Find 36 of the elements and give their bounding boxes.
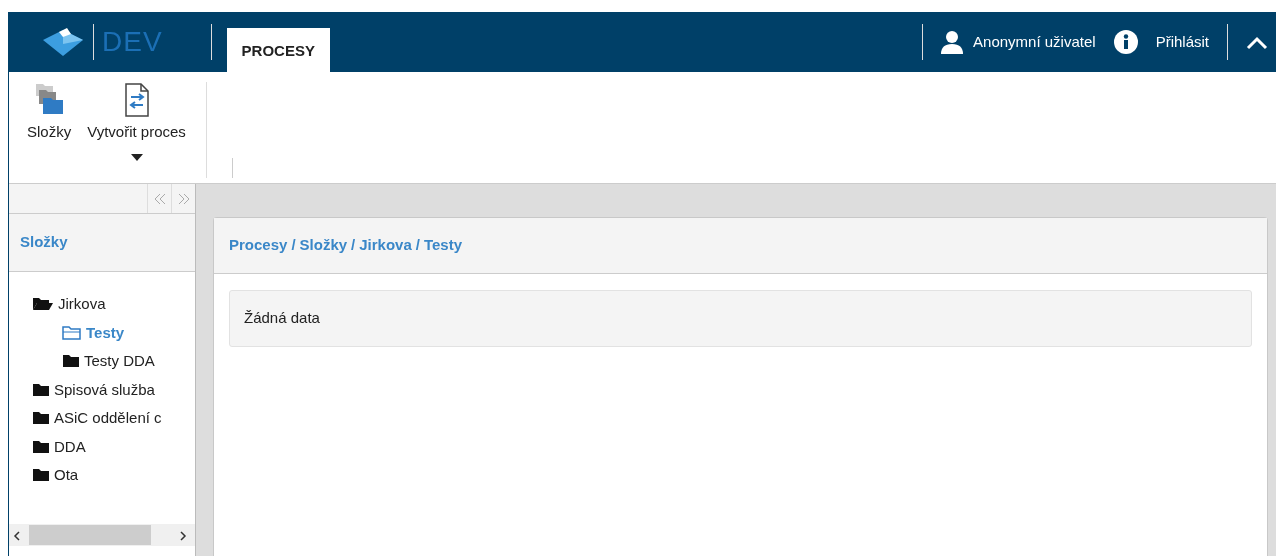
brand-name: DEV (102, 25, 163, 59)
tree-item[interactable]: Testy (32, 318, 125, 347)
user-icon (941, 30, 964, 54)
login-link[interactable]: Přihlásit (1155, 30, 1209, 54)
document-arrows-icon (123, 82, 150, 118)
folder-icon (32, 411, 50, 426)
double-chevron-right-icon (176, 192, 191, 205)
breadcrumb-separator: / (351, 235, 356, 256)
ribbon-button[interactable]: Složky (19, 82, 80, 161)
logo-icon (41, 26, 85, 58)
sidebar-title: Složky (9, 214, 195, 272)
folder-icon (32, 439, 50, 454)
tree-item[interactable]: Spisová služba (32, 375, 155, 404)
breadcrumb-separator: / (415, 235, 420, 256)
empty-message: Žádná data (229, 290, 1252, 347)
open-folder-icon (32, 297, 54, 312)
user-name: Anonymní uživatel (973, 31, 1096, 52)
tree-item[interactable]: ASiC oddělení c (32, 404, 162, 433)
ribbon-button[interactable]: Vytvořit proces (79, 82, 194, 161)
chevron-up-icon (1246, 35, 1268, 50)
tab[interactable]: PROCESY (226, 27, 330, 72)
double-chevron-left-icon (152, 192, 167, 205)
chevron-left-icon (13, 530, 21, 541)
tree-item[interactable]: Ota (32, 461, 79, 490)
info-icon (1113, 30, 1138, 54)
open-folder-icon (62, 325, 82, 340)
folder-icon (32, 468, 50, 483)
chevron-right-icon (179, 530, 187, 541)
scrollbar-thumb[interactable] (29, 525, 151, 545)
tree-item[interactable]: Testy DDA (32, 347, 155, 376)
folder-icon (62, 354, 80, 369)
breadcrumb-separator: / (291, 235, 296, 256)
caret-icon (130, 153, 143, 161)
tree-item[interactable]: DDA (32, 432, 86, 461)
tree-item[interactable]: Jirkova (32, 290, 106, 319)
folder-icon (32, 382, 50, 397)
